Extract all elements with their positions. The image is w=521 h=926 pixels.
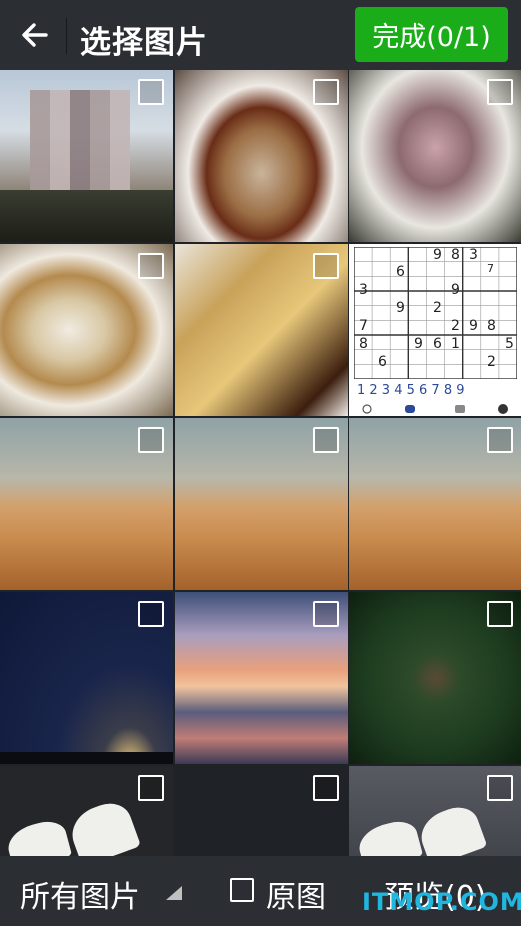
- sunset-beach-photo[interactable]: [175, 592, 348, 764]
- sudoku-digit: 6: [396, 264, 405, 280]
- select-checkbox[interactable]: [138, 79, 164, 105]
- arrow-left-icon[interactable]: [18, 18, 52, 52]
- header-divider: [66, 18, 67, 54]
- sudoku-number-pad: 1 2 3 4 5 6 7 8 9: [357, 383, 465, 398]
- select-checkbox[interactable]: [138, 775, 164, 801]
- select-checkbox[interactable]: [487, 601, 513, 627]
- forest-aerial-photo[interactable]: [349, 592, 521, 764]
- sneaker-right: [414, 801, 488, 856]
- yellow-croaker-photo[interactable]: [175, 244, 348, 416]
- original-label[interactable]: 原图: [266, 872, 326, 916]
- sneaker-left: [3, 816, 73, 856]
- select-checkbox[interactable]: [313, 775, 339, 801]
- sneakers-photo-1[interactable]: [0, 766, 173, 856]
- sudoku-digit: 5: [505, 336, 514, 352]
- sudoku-digit: 9: [469, 318, 478, 334]
- sudoku-digit: 1: [451, 336, 460, 352]
- sudoku-digit: 9: [451, 282, 460, 298]
- original-checkbox[interactable]: [230, 878, 254, 902]
- steamed-fish-photo[interactable]: [175, 70, 348, 242]
- select-checkbox[interactable]: [138, 427, 164, 453]
- starry-sky-photo[interactable]: [0, 592, 173, 764]
- select-checkbox[interactable]: [313, 253, 339, 279]
- sudoku-digit: 8: [359, 336, 368, 352]
- sudoku-digit: 2: [451, 318, 460, 334]
- desert-photo-1[interactable]: [0, 418, 173, 590]
- sudoku-digit: 7: [487, 262, 494, 275]
- sudoku-digit: 3: [359, 282, 368, 298]
- sudoku-digit: 2: [487, 354, 496, 370]
- select-checkbox[interactable]: [313, 79, 339, 105]
- sudoku-digit: 7: [359, 318, 368, 334]
- sudoku-digit: 8: [451, 247, 460, 263]
- sudoku-digit: 9: [433, 247, 442, 263]
- select-checkbox[interactable]: [313, 427, 339, 453]
- album-selector[interactable]: 所有图片: [20, 872, 140, 916]
- select-checkbox[interactable]: [313, 601, 339, 627]
- sudoku-digit: 6: [433, 336, 442, 352]
- watermark: ITMOP.COM: [362, 888, 521, 916]
- caret-down-icon[interactable]: [166, 886, 182, 900]
- shellfish-photo[interactable]: [0, 244, 173, 416]
- photo-grid: 9 8 3 6 7 3 9 9 2 7 2 9 8 8 9 6 1 5 6 2 …: [0, 70, 521, 856]
- sudoku-digit: 9: [414, 336, 423, 352]
- sudoku-digit: 3: [469, 247, 478, 263]
- couple-photo[interactable]: [0, 70, 173, 242]
- sneakers-photo-2[interactable]: [349, 766, 521, 856]
- empty-thumbnail[interactable]: [175, 766, 348, 856]
- select-checkbox[interactable]: [487, 775, 513, 801]
- sudoku-digit: 9: [396, 300, 405, 316]
- horizon: [0, 752, 173, 764]
- sneaker-left: [354, 816, 424, 856]
- top-bar: 选择图片 完成(0/1): [0, 0, 521, 70]
- select-checkbox[interactable]: [138, 601, 164, 627]
- done-button[interactable]: 完成(0/1): [355, 7, 508, 62]
- sudoku-digit: 2: [433, 300, 442, 316]
- select-checkbox[interactable]: [138, 253, 164, 279]
- desert-photo-2[interactable]: [175, 418, 348, 590]
- sneaker-right: [64, 796, 142, 856]
- sudoku-digit: 6: [378, 354, 387, 370]
- select-checkbox[interactable]: [487, 427, 513, 453]
- squid-dish-photo[interactable]: [349, 70, 521, 242]
- sudoku-tool-icons: [362, 404, 508, 414]
- mosaic-blur: [30, 90, 130, 200]
- sudoku-screenshot[interactable]: 9 8 3 6 7 3 9 9 2 7 2 9 8 8 9 6 1 5 6 2 …: [349, 244, 521, 416]
- desert-photo-3[interactable]: [349, 418, 521, 590]
- bouquet-area: [0, 190, 173, 242]
- sudoku-digit: 8: [487, 318, 496, 334]
- select-checkbox[interactable]: [487, 79, 513, 105]
- page-title: 选择图片: [80, 25, 208, 61]
